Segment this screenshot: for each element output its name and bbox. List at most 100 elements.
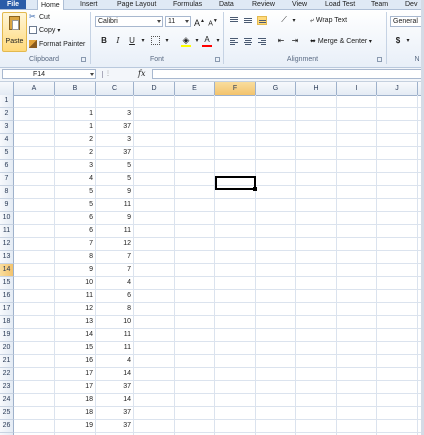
active-cell-selection[interactable] (215, 176, 256, 190)
font-color-dropdown-icon[interactable]: ▾ (213, 36, 223, 46)
row-header[interactable]: 9 (0, 199, 14, 212)
align-bottom-button[interactable] (257, 16, 267, 25)
cell-b[interactable]: 17 (55, 368, 96, 380)
cell-c[interactable]: 7 (96, 251, 134, 263)
row-header[interactable]: 12 (0, 238, 14, 251)
cell-c[interactable]: 37 (96, 147, 134, 159)
row-header[interactable]: 17 (0, 303, 14, 316)
chevron-down-icon[interactable] (90, 73, 94, 76)
orientation-icon[interactable]: ⟋ (279, 15, 289, 25)
grow-font-button[interactable]: A▲ (194, 16, 205, 28)
font-name-combo[interactable]: Calibri (95, 16, 163, 27)
cell-c[interactable]: 5 (96, 160, 134, 172)
cell-b[interactable]: 16 (55, 355, 96, 367)
tab-review[interactable]: Review (249, 0, 278, 9)
cell-c[interactable]: 9 (96, 212, 134, 224)
row-header[interactable]: 4 (0, 134, 14, 147)
column-header-e[interactable]: E (175, 82, 215, 95)
align-center-button[interactable] (243, 37, 253, 46)
alignment-dialog-launcher-icon[interactable] (377, 57, 382, 62)
align-left-button[interactable] (229, 37, 239, 46)
wrap-text-button[interactable]: ⤶ Wrap Text (310, 17, 347, 25)
borders-icon[interactable] (151, 36, 160, 45)
column-header-b[interactable]: B (55, 82, 96, 95)
cell-b[interactable]: 8 (55, 251, 96, 263)
cell-c[interactable]: 7 (96, 264, 134, 276)
tab-view[interactable]: View (289, 0, 310, 9)
formula-bar-grip-icon[interactable]: ⋮ (105, 70, 111, 77)
cell-c[interactable]: 8 (96, 303, 134, 315)
number-format-combo[interactable]: General (390, 16, 424, 27)
orientation-dropdown-icon[interactable]: ▾ (289, 16, 299, 26)
font-size-combo[interactable]: 11 (165, 16, 191, 27)
borders-dropdown-icon[interactable]: ▾ (162, 36, 172, 46)
column-header-i[interactable]: I (337, 82, 377, 95)
cell-c[interactable]: 9 (96, 186, 134, 198)
cell-c[interactable]: 3 (96, 134, 134, 146)
select-all-button[interactable] (0, 82, 14, 95)
cut-button[interactable]: ✂ Cut (29, 13, 50, 23)
shrink-font-button[interactable]: A▼ (208, 16, 218, 27)
underline-button[interactable]: U (127, 36, 137, 46)
cell-b[interactable]: 13 (55, 316, 96, 328)
row-header[interactable]: 19 (0, 329, 14, 342)
align-top-button[interactable] (229, 16, 239, 25)
bold-button[interactable]: B (99, 36, 109, 46)
row-header[interactable]: 3 (0, 121, 14, 134)
column-header-f[interactable]: F (215, 82, 256, 95)
cell-b[interactable]: 6 (55, 225, 96, 237)
cell-b[interactable]: 11 (55, 290, 96, 302)
cell-c[interactable]: 11 (96, 225, 134, 237)
cell-b[interactable]: 18 (55, 407, 96, 419)
tab-team[interactable]: Team (368, 0, 391, 9)
name-box[interactable]: F14 (2, 69, 96, 79)
copy-button[interactable]: Copy ▾ (29, 26, 60, 36)
merge-dropdown-icon[interactable]: ▾ (367, 39, 372, 45)
cell-c[interactable]: 14 (96, 368, 134, 380)
column-header-g[interactable]: G (256, 82, 296, 95)
cell-c[interactable]: 11 (96, 199, 134, 211)
tab-developer[interactable]: Dev (402, 0, 420, 9)
underline-dropdown-icon[interactable]: ▾ (138, 36, 148, 46)
row-header[interactable]: 15 (0, 277, 14, 290)
row-header[interactable]: 23 (0, 381, 14, 394)
cell-b[interactable]: 10 (55, 277, 96, 289)
column-header-h[interactable]: H (296, 82, 337, 95)
row-header[interactable]: 18 (0, 316, 14, 329)
tab-data[interactable]: Data (216, 0, 237, 9)
cell-b[interactable]: 9 (55, 264, 96, 276)
row-header[interactable]: 16 (0, 290, 14, 303)
row-header[interactable]: 20 (0, 342, 14, 355)
cell-b[interactable]: 7 (55, 238, 96, 250)
row-header[interactable]: 7 (0, 173, 14, 186)
cell-b[interactable]: 2 (55, 134, 96, 146)
cell-c[interactable]: 14 (96, 394, 134, 406)
copy-dropdown-icon[interactable]: ▾ (57, 28, 60, 34)
cell-c[interactable]: 37 (96, 121, 134, 133)
column-header-d[interactable]: D (134, 82, 175, 95)
cell-c[interactable]: 37 (96, 381, 134, 393)
insert-function-button[interactable]: fx (138, 69, 145, 78)
cell-c[interactable]: 3 (96, 108, 134, 120)
row-header[interactable]: 6 (0, 160, 14, 173)
fill-color-dropdown-icon[interactable]: ▾ (192, 36, 202, 46)
cell-b[interactable]: 6 (55, 212, 96, 224)
row-header[interactable]: 8 (0, 186, 14, 199)
cell-b[interactable]: 4 (55, 173, 96, 185)
cell-c[interactable]: 11 (96, 329, 134, 341)
italic-button[interactable]: I (113, 36, 123, 46)
cell-b[interactable]: 1 (55, 121, 96, 133)
clipboard-dialog-launcher-icon[interactable] (81, 57, 86, 62)
cell-b[interactable]: 19 (55, 420, 96, 432)
cell-c[interactable]: 4 (96, 355, 134, 367)
cell-c[interactable]: 11 (96, 342, 134, 354)
cell-c[interactable]: 4 (96, 277, 134, 289)
increase-indent-icon[interactable]: ⇥ (290, 36, 300, 46)
tab-page-layout[interactable]: Page Layout (114, 0, 159, 9)
cell-b[interactable]: 14 (55, 329, 96, 341)
cell-c[interactable] (96, 95, 134, 107)
row-header[interactable]: 11 (0, 225, 14, 238)
cell-b[interactable]: 5 (55, 199, 96, 211)
font-color-icon[interactable]: A (202, 35, 212, 45)
column-header-c[interactable]: C (96, 82, 134, 95)
